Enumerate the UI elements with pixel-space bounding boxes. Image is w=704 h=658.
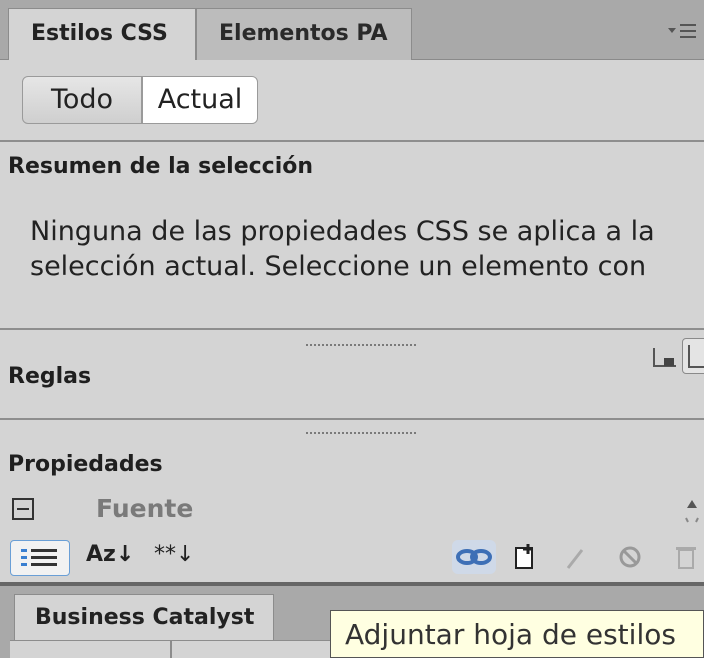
tab-estilos-css[interactable]: Estilos CSS: [8, 8, 196, 60]
divider: [0, 418, 704, 420]
show-cascade-icon[interactable]: [652, 344, 678, 370]
tab-elementos-pa[interactable]: Elementos PA: [196, 8, 412, 60]
properties-title: Propiedades: [8, 452, 163, 477]
collapse-icon[interactable]: [12, 498, 34, 520]
panel-tab-bar: Estilos CSS Elementos PA: [0, 0, 704, 60]
divider: [0, 328, 704, 330]
scroll-up-icon[interactable]: [680, 494, 704, 528]
tooltip: Adjuntar hoja de estilos: [330, 610, 704, 658]
todo-button[interactable]: Todo: [22, 76, 142, 124]
summary-title: Resumen de la selección: [8, 154, 314, 179]
new-rule-icon[interactable]: [512, 540, 540, 574]
actual-button[interactable]: Actual: [142, 76, 258, 124]
alphabetical-view-icon[interactable]: Az↓: [86, 538, 134, 572]
category-view-icon[interactable]: [10, 540, 70, 576]
tab-business-catalyst[interactable]: Business Catalyst: [14, 594, 274, 644]
rules-title: Reglas: [8, 364, 92, 389]
set-properties-icon[interactable]: **↓: [154, 538, 194, 572]
attach-stylesheet-icon[interactable]: [452, 540, 496, 574]
panel-menu-icon[interactable]: [662, 20, 698, 42]
edit-rule-icon: [562, 540, 588, 574]
summary-text: Ninguna de las propiedades CSS se aplica…: [30, 216, 655, 282]
disable-property-icon: [616, 540, 644, 574]
divider: [0, 140, 704, 142]
resize-grip[interactable]: [306, 432, 416, 434]
resize-grip[interactable]: [306, 344, 416, 346]
delete-icon: [672, 540, 700, 574]
show-info-icon[interactable]: [682, 338, 704, 374]
property-group-fuente[interactable]: Fuente: [96, 494, 193, 523]
